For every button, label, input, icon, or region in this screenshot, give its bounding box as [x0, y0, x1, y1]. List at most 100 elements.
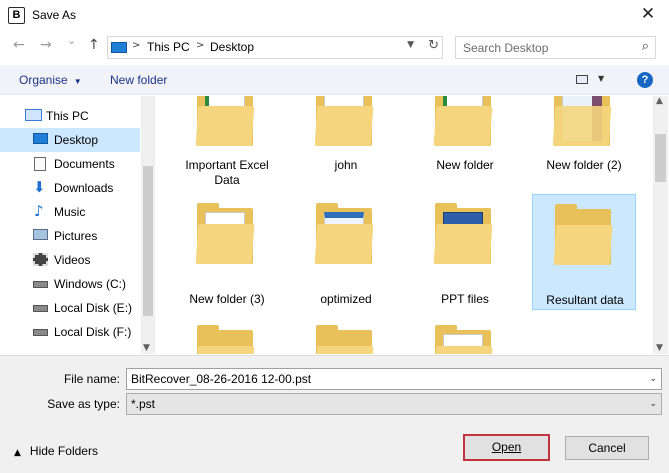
folder-item[interactable] [294, 318, 398, 354]
scroll-down-icon[interactable]: ▼ [656, 343, 663, 353]
savetype-select[interactable]: *.pst ⌄ [126, 393, 662, 415]
open-button[interactable]: Open [463, 434, 550, 461]
folder-name: New folder (3) [189, 292, 265, 306]
folder-item[interactable] [413, 318, 517, 354]
folder-icon [308, 202, 382, 268]
cancel-button[interactable]: Cancel [565, 436, 649, 460]
caret-down-icon: ▼ [73, 77, 82, 86]
folder-name: optimized [320, 292, 372, 306]
folder-item[interactable] [175, 318, 279, 354]
forward-button[interactable]: → [40, 37, 52, 53]
folder-name: Resultant data [546, 293, 624, 307]
hide-folders-label: Hide Folders [29, 444, 98, 458]
folder-item[interactable]: optimized [294, 196, 398, 310]
sidebar-item-label: This PC [46, 109, 89, 123]
back-button[interactable]: ← [13, 37, 25, 53]
folder-item[interactable]: john [294, 96, 398, 208]
navigation-bar: ← → ⌄ ↑ > This PC > Desktop ▼ ↻ Search D… [0, 31, 669, 65]
new-folder-button[interactable]: New folder [110, 73, 167, 87]
sidebar-item-videos[interactable]: Videos [0, 248, 140, 272]
sidebar-item-local-disk-e[interactable]: Local Disk (E:) [0, 296, 140, 320]
title-bar: B Save As ✕ [0, 0, 669, 31]
computer-icon [111, 42, 127, 53]
folder-item[interactable]: Important Excel Data [175, 96, 279, 208]
sidebar-item-music[interactable]: ♪ Music [0, 200, 140, 224]
app-icon: B [8, 7, 25, 24]
folder-item-selected[interactable]: Resultant data [532, 194, 636, 310]
folder-name: john [334, 158, 358, 172]
help-icon[interactable]: ? [637, 72, 653, 88]
sidebar-item-label: Documents [54, 157, 115, 171]
view-options-icon[interactable] [576, 75, 588, 84]
sidebar-item-pictures[interactable]: Pictures [0, 224, 140, 248]
breadcrumb-desktop[interactable]: Desktop [210, 40, 254, 54]
filename-value: BitRecover_08-26-2016 12-00.pst [131, 372, 312, 386]
address-bar[interactable]: > This PC > Desktop ▼ ↻ [107, 36, 443, 59]
sidebar-item-label: Videos [54, 253, 91, 267]
caret-down-icon[interactable]: ▼ [598, 74, 604, 83]
close-button[interactable]: ✕ [635, 4, 661, 26]
filename-field[interactable]: BitRecover_08-26-2016 12-00.pst ⌄ [126, 368, 662, 390]
sidebar-item-label: Desktop [54, 133, 99, 147]
sidebar-item-documents[interactable]: Documents [0, 152, 140, 176]
folder-item[interactable]: PPT files [413, 196, 517, 310]
organise-menu[interactable]: Organise ▼ [19, 73, 82, 87]
music-icon: ♪ [34, 202, 44, 220]
scroll-down-icon[interactable]: ▼ [143, 343, 150, 353]
savetype-label: Save as type: [47, 397, 120, 411]
folder-name: PPT files [441, 292, 489, 306]
folder-item[interactable]: New folder (3) [175, 196, 279, 310]
scroll-up-icon[interactable]: ▲ [656, 96, 663, 106]
hide-folders-button[interactable]: ▲ Hide Folders [14, 444, 98, 458]
folder-icon [189, 202, 263, 268]
organise-label: Organise [19, 73, 68, 87]
sidebar-item-downloads[interactable]: ⬇ Downloads [0, 176, 140, 200]
drive-icon [33, 329, 48, 336]
caret-up-icon: ▲ [14, 448, 21, 458]
sidebar-item-local-disk-f[interactable]: Local Disk (F:) [0, 320, 140, 344]
sidebar-item-label: Local Disk (F:) [54, 325, 132, 339]
folder-icon [189, 324, 263, 354]
navigation-pane: This PC Desktop Documents ⬇ Downloads ♪ … [0, 96, 155, 354]
folder-item[interactable]: New folder (2) [532, 96, 636, 208]
content-scrollbar[interactable]: ▲ ▼ [653, 96, 668, 354]
sidebar-scrollbar[interactable]: ▼ [141, 96, 155, 354]
refresh-icon[interactable]: ↻ [428, 38, 439, 53]
search-placeholder: Search Desktop [463, 41, 549, 55]
sidebar-item-desktop[interactable]: Desktop [0, 128, 140, 152]
sidebar-item-label: Windows (C:) [54, 277, 127, 291]
folder-name: Important Excel Data [185, 158, 269, 187]
drive-icon [33, 281, 48, 288]
file-list: Important Excel Data john New folder New … [156, 96, 653, 354]
filename-label: File name: [63, 372, 120, 386]
save-options-panel: File name: BitRecover_08-26-2016 12-00.p… [0, 355, 669, 473]
sidebar-item-label: Local Disk (E:) [54, 301, 133, 315]
documents-icon [34, 157, 46, 171]
up-button[interactable]: ↑ [88, 37, 100, 53]
folder-icon [427, 202, 501, 268]
videos-icon [33, 253, 48, 266]
window-title: Save As [32, 8, 77, 22]
pictures-icon [33, 229, 48, 240]
recent-locations-button[interactable]: ⌄ [67, 34, 76, 47]
chevron-down-icon[interactable]: ⌄ [649, 374, 657, 384]
folder-name: New folder [436, 158, 494, 172]
savetype-value: *.pst [131, 397, 156, 411]
folder-icon [189, 96, 263, 150]
folder-item[interactable]: New folder [413, 96, 517, 208]
folder-icon [308, 324, 382, 354]
scrollbar-thumb[interactable] [655, 134, 666, 182]
scrollbar-thumb[interactable] [143, 166, 153, 316]
folder-icon [546, 96, 620, 150]
drive-icon [33, 305, 48, 312]
folder-icon [308, 96, 382, 150]
search-input[interactable]: Search Desktop ⌕ [455, 36, 656, 59]
breadcrumb-this-pc[interactable]: This PC [147, 40, 190, 54]
sidebar-item-windows-c[interactable]: Windows (C:) [0, 272, 140, 296]
desktop-icon [33, 133, 48, 144]
sidebar-item-this-pc[interactable]: This PC [0, 104, 140, 128]
chevron-down-icon[interactable]: ▼ [407, 40, 414, 50]
computer-icon [25, 109, 42, 121]
folder-name: New folder (2) [546, 158, 622, 172]
command-toolbar: Organise ▼ New folder ▼ ? [0, 65, 669, 95]
